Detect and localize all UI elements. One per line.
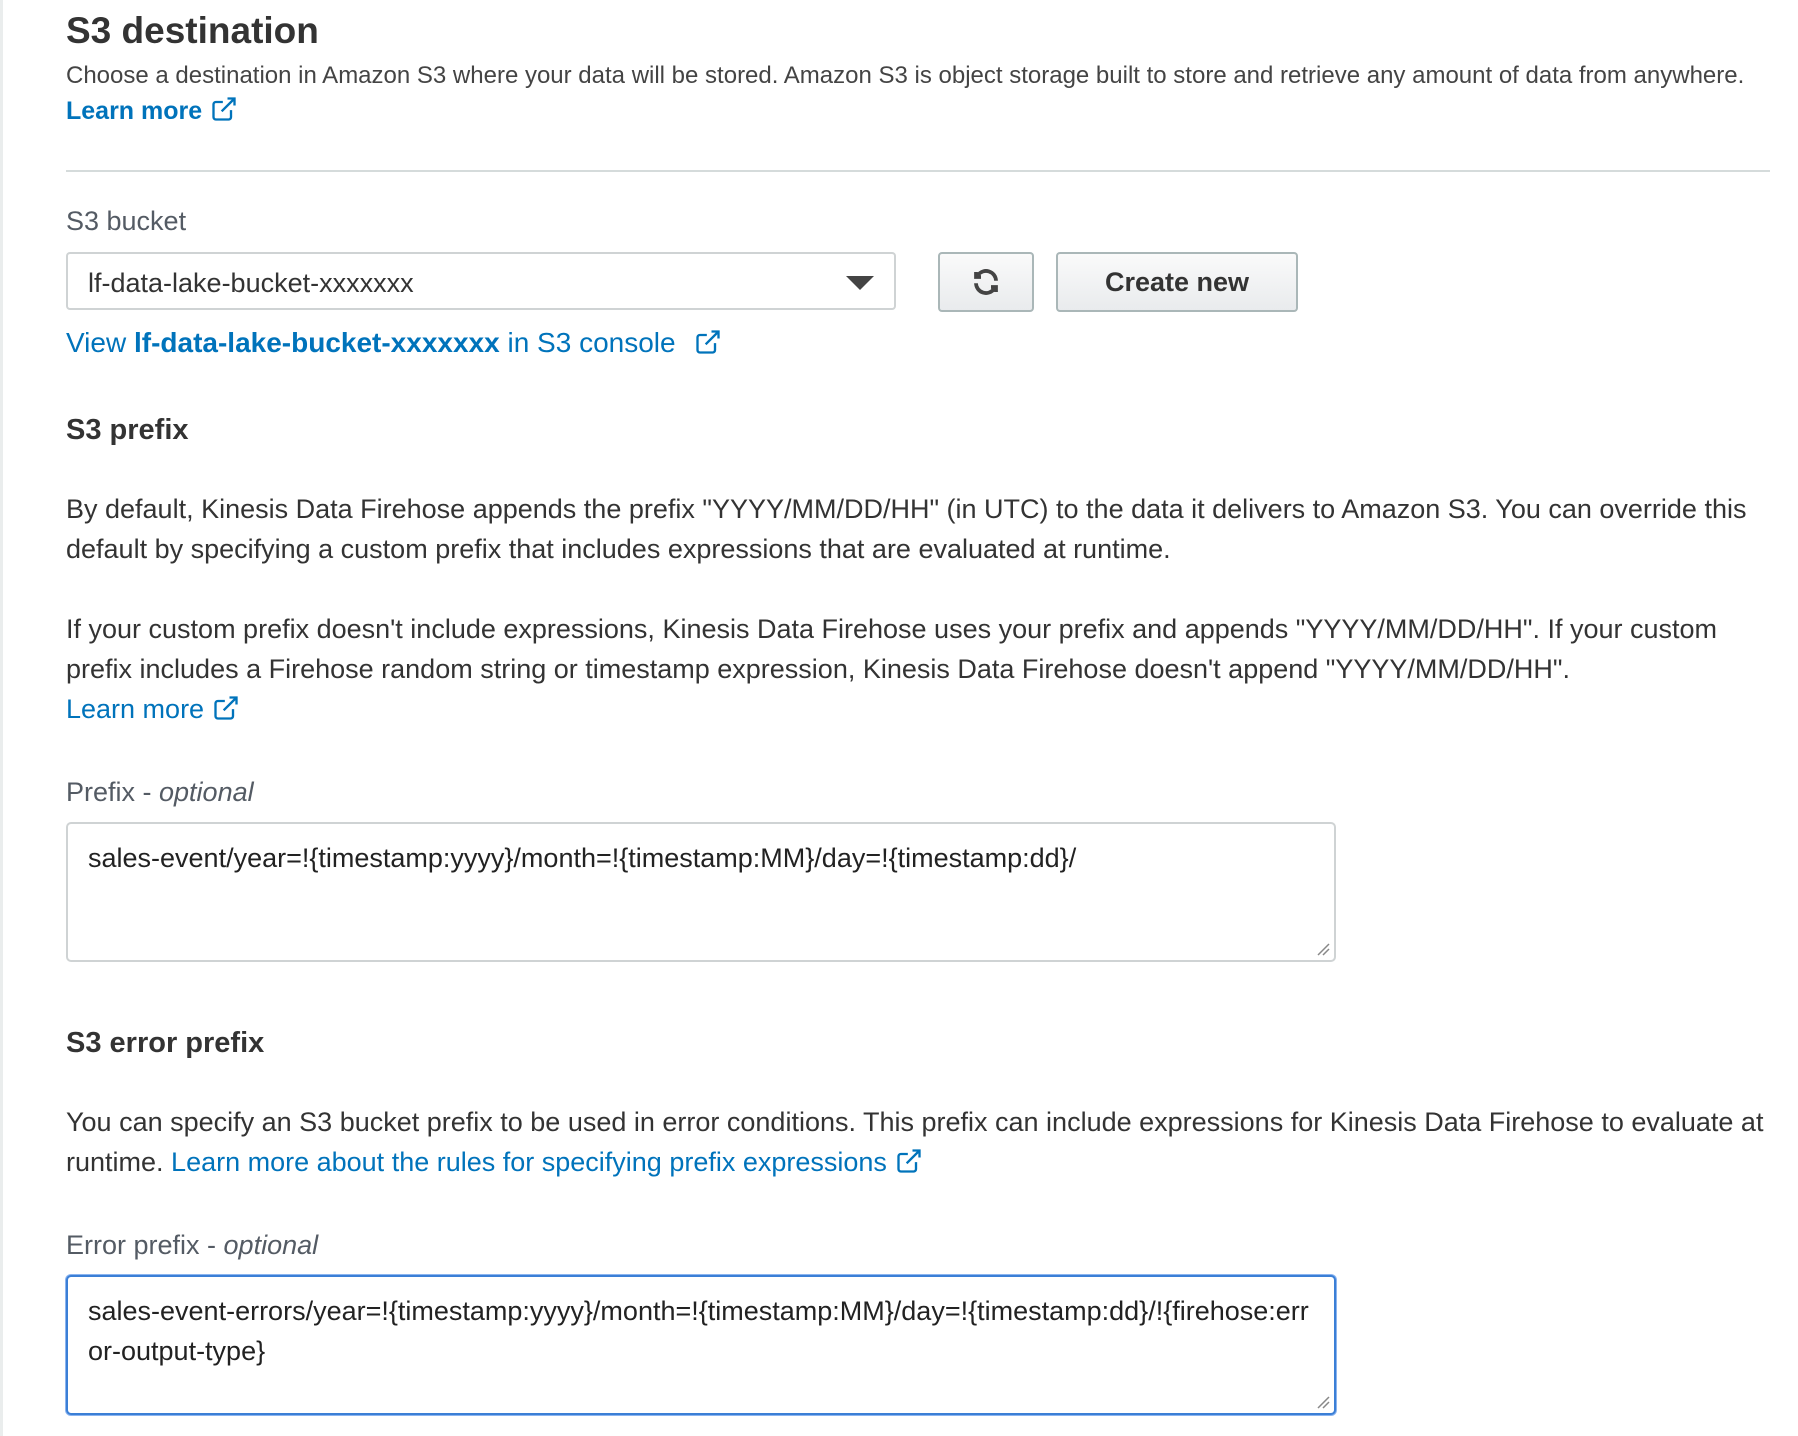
error-prefix-label-text: Error prefix -	[66, 1230, 224, 1260]
prefix-field-label: Prefix - optional	[66, 777, 254, 808]
error-prefix-value: sales-event-errors/year=!{timestamp:yyyy…	[88, 1296, 1309, 1366]
s3-prefix-heading: S3 prefix	[66, 414, 189, 446]
prefix-learn-more-link[interactable]: Learn more	[66, 694, 204, 724]
view-link-prefix[interactable]: View	[66, 327, 134, 358]
caret-down-icon	[846, 276, 874, 290]
external-link-icon	[695, 330, 720, 354]
bucket-select[interactable]: lf-data-lake-bucket-xxxxxxx	[66, 252, 896, 310]
create-new-button[interactable]: Create new	[1056, 252, 1298, 312]
prefix-rules-link[interactable]: Learn more about the rules for specifyin…	[171, 1147, 887, 1177]
s3-destination-panel: S3 destination Choose a destination in A…	[0, 0, 1798, 1436]
view-in-s3-console-link[interactable]: View lf-data-lake-bucket-xxxxxxx in S3 c…	[66, 327, 722, 359]
error-prefix-optional-text: optional	[223, 1230, 319, 1260]
refresh-button[interactable]	[938, 252, 1034, 312]
prefix-textarea[interactable]: sales-event/year=!{timestamp:yyyy}/month…	[66, 822, 1336, 962]
section-description: Choose a destination in Amazon S3 where …	[66, 62, 1745, 89]
bucket-label: S3 bucket	[66, 206, 187, 236]
bucket-select-value: lf-data-lake-bucket-xxxxxxx	[88, 268, 414, 298]
error-prefix-textarea[interactable]: sales-event-errors/year=!{timestamp:yyyy…	[66, 1275, 1336, 1415]
learn-more-link[interactable]: Learn more	[66, 95, 238, 126]
prefix-label-text: Prefix -	[66, 777, 160, 807]
prefix-description-2-text: If your custom prefix doesn't include ex…	[66, 614, 1718, 684]
error-prefix-field-label: Error prefix - optional	[66, 1230, 318, 1261]
resize-handle-icon[interactable]	[1316, 1395, 1330, 1409]
learn-more-link-text[interactable]: Learn more	[66, 97, 202, 125]
prefix-description-1: By default, Kinesis Data Firehose append…	[66, 494, 1747, 564]
error-prefix-description: You can specify an S3 bucket prefix to b…	[66, 1102, 1776, 1182]
prefix-description-2: If your custom prefix doesn't include ex…	[66, 609, 1776, 729]
resize-handle-icon[interactable]	[1316, 942, 1330, 956]
prefix-optional-text: optional	[159, 777, 254, 807]
s3-error-prefix-heading: S3 error prefix	[66, 1027, 265, 1059]
view-link-suffix[interactable]: in S3 console	[500, 327, 675, 358]
external-link-icon	[214, 696, 238, 720]
external-link-icon	[212, 97, 236, 121]
divider	[66, 170, 1770, 172]
view-link-bucket[interactable]: lf-data-lake-bucket-xxxxxxx	[134, 327, 500, 358]
external-link-icon	[897, 1149, 921, 1173]
page-title: S3 destination	[66, 10, 319, 51]
prefix-value: sales-event/year=!{timestamp:yyyy}/month…	[88, 843, 1077, 873]
refresh-icon	[974, 269, 998, 295]
